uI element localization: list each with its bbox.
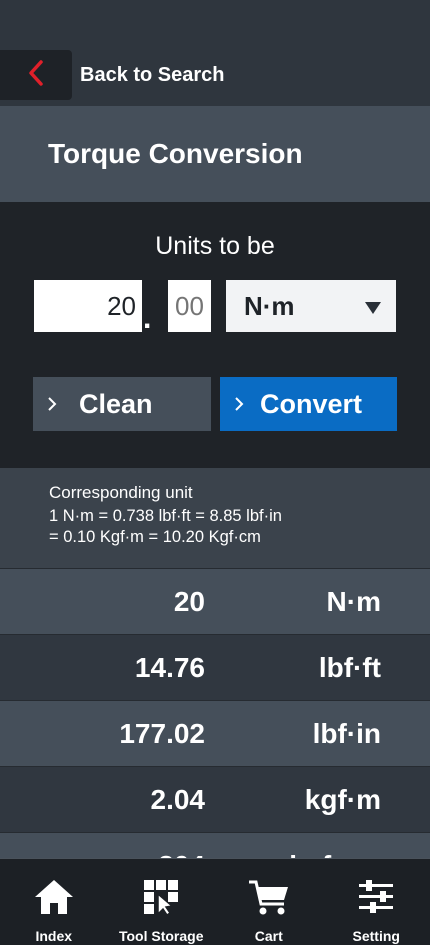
convert-button-label: Convert: [260, 388, 363, 419]
chevron-right-icon: [47, 396, 57, 412]
back-button[interactable]: [0, 50, 72, 100]
result-value: 204: [0, 850, 205, 859]
clean-button-label: Clean: [79, 388, 153, 419]
dropdown-triangle-icon: [364, 291, 382, 322]
nav-label-setting: Setting: [352, 928, 400, 944]
back-to-search-label[interactable]: Back to Search: [80, 64, 225, 87]
decimal-value-input[interactable]: [168, 280, 211, 332]
result-unit: kgf·m: [304, 783, 381, 815]
nav-label-index: Index: [35, 928, 73, 944]
info-line-1: 1 N·m = 0.738 lbf·ft = 8.85 lbf·in: [49, 507, 282, 525]
clean-button[interactable]: Clean: [33, 377, 211, 431]
nav-item-index[interactable]: Index: [0, 859, 108, 945]
result-value: 2.04: [150, 783, 206, 815]
nav-item-setting[interactable]: Setting: [323, 859, 430, 945]
result-value: 177.02: [119, 717, 205, 749]
nav-item-cart[interactable]: Cart: [215, 859, 323, 945]
nav-label-tool-storage: Tool Storage: [118, 928, 204, 944]
result-unit: lbf·in: [312, 717, 381, 749]
result-row: 14.76 lbf·ft: [0, 634, 430, 700]
unit-select-value: N·m: [244, 290, 295, 321]
info-title: Corresponding unit: [49, 483, 193, 502]
unit-select[interactable]: N·m: [226, 280, 396, 332]
result-unit: N·m: [326, 585, 381, 617]
result-row: 2.04 kgf·m: [0, 766, 430, 832]
result-row: 177.02 lbf·in: [0, 700, 430, 766]
corresponding-unit-info: Corresponding unit 1 N·m = 0.738 lbf·ft …: [0, 468, 430, 568]
page-title: Torque Conversion: [48, 138, 303, 169]
result-unit: kgf·cm: [205, 850, 381, 859]
result-row: 20 N·m: [0, 568, 430, 634]
nav-label-cart: Cart: [254, 928, 283, 944]
decimal-separator: .: [143, 302, 152, 335]
result-value: 14.76: [134, 651, 205, 683]
result-value: 20: [173, 585, 205, 617]
info-line-2: = 0.10 Kgf·m = 10.20 Kgf·cm: [49, 528, 261, 546]
result-unit: lbf·ft: [318, 651, 381, 683]
result-row: 204 kgf·cm: [0, 832, 430, 858]
integer-value-input[interactable]: [34, 280, 142, 332]
top-bar: Back to Search: [0, 0, 430, 106]
chevron-left-icon: [28, 59, 44, 92]
cart-icon: [248, 874, 290, 916]
settings-sliders-icon: [357, 874, 395, 916]
bottom-navigation: Index Tool Storage Cart Setting: [0, 858, 430, 945]
results-list: 20 N·m 14.76 lbf·ft 177.02 lbf·in 2.04 k…: [0, 568, 430, 858]
tool-storage-icon: [142, 874, 180, 916]
convert-button[interactable]: Convert: [220, 377, 397, 431]
nav-item-tool-storage[interactable]: Tool Storage: [108, 859, 216, 945]
back-to-search-row[interactable]: Back to Search: [0, 50, 430, 100]
chevron-right-icon: [234, 396, 244, 412]
title-bar: Torque Conversion: [0, 106, 430, 202]
home-icon: [33, 874, 75, 916]
conversion-input-panel: Units to be . N·m Clean Convert: [0, 202, 430, 468]
units-prompt-label: Units to be: [155, 232, 275, 260]
